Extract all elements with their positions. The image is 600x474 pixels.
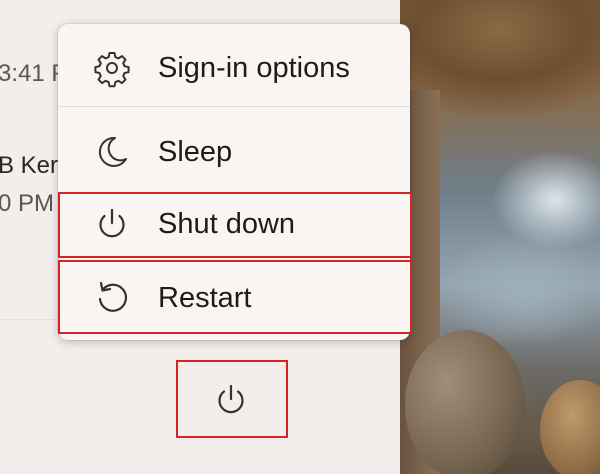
wallpaper-stone-right	[540, 380, 600, 474]
menu-item-label: Sign-in options	[158, 51, 350, 84]
recent-item-name[interactable]: B Ker	[0, 152, 58, 180]
highlight-shut-down	[58, 192, 412, 258]
wallpaper-stone	[405, 330, 525, 474]
highlight-power-button	[176, 360, 288, 438]
menu-item-sleep[interactable]: Sleep	[58, 120, 410, 184]
menu-separator	[58, 106, 410, 107]
desktop-wallpaper	[400, 0, 600, 474]
menu-item-sign-in-options[interactable]: Sign-in options	[58, 36, 410, 100]
highlight-restart	[58, 260, 412, 334]
moon-icon	[92, 132, 132, 172]
recent-item-time: 0 PM	[0, 190, 55, 217]
menu-item-label: Sleep	[158, 135, 233, 168]
gear-icon	[92, 48, 132, 88]
